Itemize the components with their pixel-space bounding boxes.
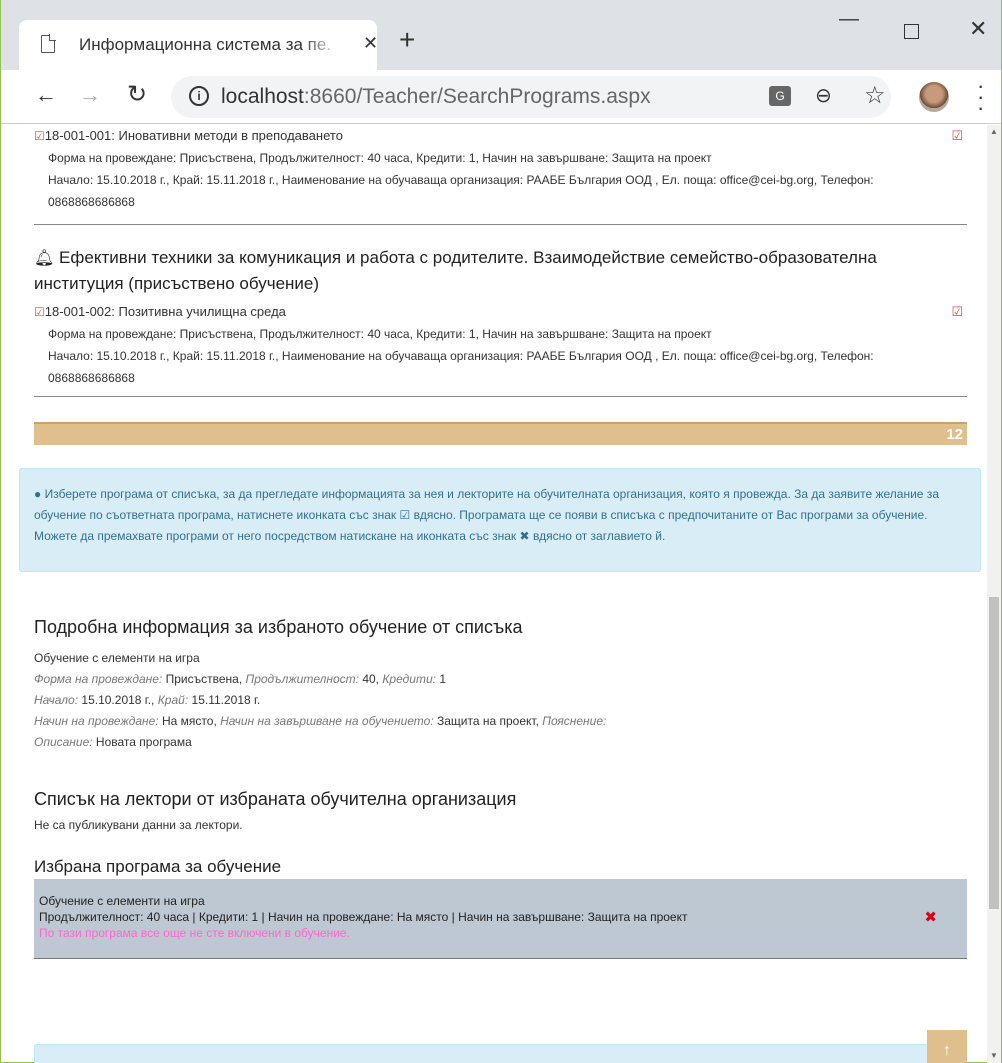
maximize-button[interactable] [904, 24, 919, 39]
selected-program-status: По тази програма все още не сте включени… [39, 926, 350, 940]
browser-window: Информационна система за пе. ✕ + — ✕ ← →… [0, 0, 1002, 1063]
details-line: Описание: Новата програма [34, 735, 192, 749]
reload-icon[interactable]: ↻ [127, 80, 147, 109]
site-info-icon[interactable]: i [189, 86, 209, 106]
check-square-icon: ☑ [399, 508, 411, 522]
selected-program-box: Обучение с елементи на игра Продължителн… [34, 879, 967, 959]
selected-heading: Избрана програма за обучение [34, 857, 282, 876]
minimize-button[interactable]: — [839, 8, 859, 31]
program-name: Иновативни методи в преподаването [118, 128, 343, 143]
forward-arrow-icon[interactable]: → [79, 82, 101, 108]
url-text[interactable]: localhost:8660/Teacher/SearchPrograms.as… [221, 85, 651, 109]
tab-strip: Информационна система за пе. ✕ + — ✕ [1, 0, 1001, 70]
page-scrollbar[interactable]: ▲ ▼ [987, 125, 1001, 1063]
lecturers-heading: Списък на лектори от избраната обучителн… [34, 789, 517, 809]
new-tab-button[interactable]: + [399, 26, 415, 54]
browser-tab[interactable]: Информационна система за пе. ✕ [19, 20, 378, 70]
scroll-up-icon[interactable]: ▲ [990, 127, 998, 136]
details-line: Начало: 15.10.2018 г., Край: 15.11.2018 … [34, 693, 261, 707]
program-name: Позитивна училищна среда [118, 304, 286, 319]
profile-avatar[interactable] [919, 82, 949, 112]
zoom-icon[interactable]: ⊖ [815, 83, 832, 108]
program-meta-line: Начало: 15.10.2018 г., Край: 15.11.2018 … [48, 173, 874, 187]
program-code: 18-001-001: [44, 128, 115, 143]
checkbox-icon: ☑ [34, 129, 45, 143]
lecturers-text: Не са публикувани данни за лектори. [34, 818, 243, 832]
program-group-title: 🔔︎ Ефективни техники за комуникация и ра… [34, 248, 877, 293]
close-window-button[interactable]: ✕ [969, 16, 987, 42]
details-name: Обучение с елементи на игра [34, 651, 200, 665]
scroll-to-top-button[interactable]: ↑ [927, 1030, 967, 1063]
scroll-down-icon[interactable]: ▼ [990, 1051, 998, 1060]
tab-close-icon[interactable]: ✕ [363, 33, 378, 54]
select-check-icon[interactable]: ☑ [951, 301, 963, 323]
selected-program-info: Продължителност: 40 часа | Кредити: 1 | … [39, 910, 688, 924]
translate-icon[interactable]: G [769, 86, 791, 106]
group-count-bar[interactable]: 12 [34, 422, 967, 445]
program-item: ☑18-001-001: Иновативни методи в препода… [34, 125, 967, 225]
browser-menu-icon[interactable]: · · · [977, 75, 984, 119]
info-circle-icon: ● [34, 487, 42, 501]
tab-title: Информационна система за пе. [79, 35, 332, 54]
info-alert: ● Изберете програма от списъка, за да пр… [19, 468, 981, 572]
details-heading: Подробна информация за избраното обучени… [34, 617, 523, 637]
selected-program-name: Обучение с елементи на игра [39, 894, 205, 908]
program-phone: 0868868686868 [48, 371, 135, 385]
address-bar[interactable]: i localhost:8660/Teacher/SearchPrograms.… [171, 76, 891, 118]
details-line: Начин на провеждане: На място, Начин на … [34, 714, 607, 728]
page-icon [41, 34, 56, 53]
program-phone: 0868868686868 [48, 195, 135, 209]
times-icon: ✖ [519, 529, 530, 543]
bookmark-star-icon[interactable]: ☆ [864, 81, 886, 110]
program-meta-line: Начало: 15.10.2018 г., Край: 15.11.2018 … [48, 349, 874, 363]
browser-toolbar: ← → ↻ i localhost:8660/Teacher/SearchPro… [1, 70, 1001, 124]
program-meta-line: Форма на провеждане: Присъствена, Продъл… [48, 327, 712, 341]
program-item: ☑18-001-002: Позитивна училищна среда ☑ … [34, 301, 967, 397]
bottom-info-bar [34, 1044, 966, 1063]
page-content: ☑18-001-001: Иновативни методи в препода… [1, 125, 985, 1063]
bell-icon: 🔔︎ [34, 250, 55, 267]
program-code: 18-001-002: [44, 304, 115, 319]
details-line: Форма на провеждане: Присъствена, Продъл… [34, 672, 446, 686]
select-check-icon[interactable]: ☑ [951, 125, 963, 147]
checkbox-icon: ☑ [34, 305, 45, 319]
back-arrow-icon[interactable]: ← [35, 82, 57, 108]
program-meta-line: Форма на провеждане: Присъствена, Продъл… [48, 151, 712, 165]
group-count: 12 [946, 426, 963, 443]
remove-icon[interactable]: ✖ [924, 910, 937, 926]
scroll-thumb[interactable] [989, 597, 999, 909]
details-block: Обучение с елементи на игра Форма на про… [34, 648, 606, 753]
